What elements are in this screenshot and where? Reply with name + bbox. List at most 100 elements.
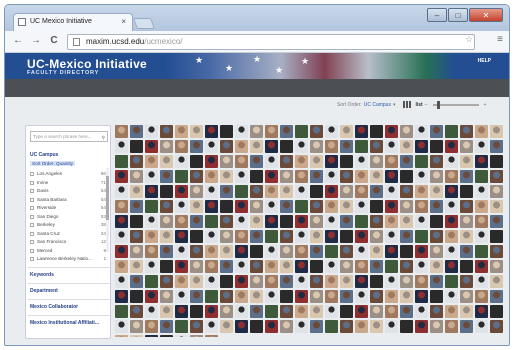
- faculty-photo[interactable]: [325, 320, 338, 333]
- faculty-photo[interactable]: [445, 200, 458, 213]
- faculty-photo[interactable]: [235, 245, 248, 258]
- faculty-photo[interactable]: [340, 320, 353, 333]
- faculty-photo[interactable]: [385, 245, 398, 258]
- back-button[interactable]: ←: [11, 35, 25, 46]
- faculty-photo[interactable]: [235, 320, 248, 333]
- browser-tab[interactable]: UC Mexico Initiative ×: [13, 13, 133, 31]
- help-link[interactable]: HELP: [478, 58, 491, 64]
- faculty-photo[interactable]: [280, 125, 293, 138]
- faculty-photo[interactable]: [490, 305, 503, 318]
- faculty-photo[interactable]: [430, 275, 443, 288]
- faculty-photo[interactable]: [205, 170, 218, 183]
- browser-menu-icon[interactable]: ≡: [497, 34, 503, 45]
- faculty-photo[interactable]: [235, 200, 248, 213]
- tab-close-icon[interactable]: ×: [121, 14, 126, 30]
- faculty-photo[interactable]: [205, 245, 218, 258]
- faculty-photo[interactable]: [460, 320, 473, 333]
- faculty-photo[interactable]: [175, 215, 188, 228]
- faculty-photo[interactable]: [430, 215, 443, 228]
- faculty-photo[interactable]: [115, 290, 128, 303]
- faculty-photo[interactable]: [430, 155, 443, 168]
- faculty-photo[interactable]: [340, 200, 353, 213]
- faculty-photo[interactable]: [460, 275, 473, 288]
- checkbox[interactable]: [30, 214, 34, 219]
- faculty-photo[interactable]: [235, 140, 248, 153]
- faculty-photo[interactable]: [190, 140, 203, 153]
- faculty-photo[interactable]: [280, 155, 293, 168]
- faculty-photo[interactable]: [160, 170, 173, 183]
- faculty-photo[interactable]: [160, 185, 173, 198]
- mexico-institutional-affiliation-heading[interactable]: Mexico Institutional Affiliati...: [30, 320, 99, 326]
- faculty-photo[interactable]: [475, 215, 488, 228]
- faculty-photo[interactable]: [265, 290, 278, 303]
- faculty-photo[interactable]: [160, 215, 173, 228]
- faculty-photo[interactable]: [370, 185, 383, 198]
- faculty-photo[interactable]: [130, 335, 143, 337]
- faculty-photo[interactable]: [370, 290, 383, 303]
- faculty-photo[interactable]: [460, 170, 473, 183]
- faculty-photo[interactable]: [190, 170, 203, 183]
- faculty-photo[interactable]: [115, 170, 128, 183]
- faculty-photo[interactable]: [385, 155, 398, 168]
- faculty-photo[interactable]: [355, 230, 368, 243]
- faculty-photo[interactable]: [130, 125, 143, 138]
- faculty-photo[interactable]: [475, 200, 488, 213]
- faculty-photo[interactable]: [115, 320, 128, 333]
- faculty-photo[interactable]: [340, 275, 353, 288]
- faculty-photo[interactable]: [235, 125, 248, 138]
- faculty-photo[interactable]: [265, 305, 278, 318]
- faculty-photo[interactable]: [415, 215, 428, 228]
- faculty-photo[interactable]: [415, 245, 428, 258]
- faculty-photo[interactable]: [325, 230, 338, 243]
- faculty-photo[interactable]: [190, 305, 203, 318]
- faculty-photo[interactable]: [220, 245, 233, 258]
- faculty-photo[interactable]: [130, 230, 143, 243]
- faculty-photo[interactable]: [160, 140, 173, 153]
- faculty-photo[interactable]: [430, 260, 443, 273]
- faculty-photo[interactable]: [385, 140, 398, 153]
- faculty-photo[interactable]: [340, 230, 353, 243]
- faculty-photo[interactable]: [490, 185, 503, 198]
- faculty-photo[interactable]: [250, 170, 263, 183]
- faculty-photo[interactable]: [175, 290, 188, 303]
- faculty-photo[interactable]: [295, 230, 308, 243]
- faculty-photo[interactable]: [235, 155, 248, 168]
- faculty-photo[interactable]: [280, 260, 293, 273]
- faculty-photo[interactable]: [430, 200, 443, 213]
- faculty-photo[interactable]: [145, 260, 158, 273]
- faculty-photo[interactable]: [235, 305, 248, 318]
- faculty-photo[interactable]: [235, 275, 248, 288]
- faculty-photo[interactable]: [115, 275, 128, 288]
- faculty-photo[interactable]: [190, 245, 203, 258]
- faculty-photo[interactable]: [340, 170, 353, 183]
- faculty-photo[interactable]: [460, 155, 473, 168]
- faculty-photo[interactable]: [400, 290, 413, 303]
- faculty-photo[interactable]: [175, 140, 188, 153]
- faculty-photo[interactable]: [355, 245, 368, 258]
- faculty-photo[interactable]: [325, 140, 338, 153]
- faculty-photo[interactable]: [160, 155, 173, 168]
- faculty-photo[interactable]: [205, 185, 218, 198]
- faculty-photo[interactable]: [370, 125, 383, 138]
- faculty-photo[interactable]: [415, 275, 428, 288]
- faculty-photo[interactable]: [400, 155, 413, 168]
- faculty-photo[interactable]: [340, 155, 353, 168]
- campus-filter-item[interactable]: Berkeley 38: [30, 221, 106, 229]
- search-input[interactable]: Type a search phrase here... ⚲: [30, 131, 108, 142]
- faculty-photo[interactable]: [205, 200, 218, 213]
- faculty-photo[interactable]: [490, 230, 503, 243]
- faculty-photo[interactable]: [220, 305, 233, 318]
- faculty-photo[interactable]: [445, 260, 458, 273]
- faculty-photo[interactable]: [475, 260, 488, 273]
- faculty-photo[interactable]: [175, 170, 188, 183]
- faculty-photo[interactable]: [295, 245, 308, 258]
- faculty-photo[interactable]: [445, 245, 458, 258]
- faculty-photo[interactable]: [490, 275, 503, 288]
- faculty-photo[interactable]: [190, 155, 203, 168]
- faculty-photo[interactable]: [490, 125, 503, 138]
- faculty-photo[interactable]: [475, 305, 488, 318]
- faculty-photo[interactable]: [355, 170, 368, 183]
- faculty-photo[interactable]: [310, 275, 323, 288]
- faculty-photo[interactable]: [175, 125, 188, 138]
- faculty-photo[interactable]: [340, 290, 353, 303]
